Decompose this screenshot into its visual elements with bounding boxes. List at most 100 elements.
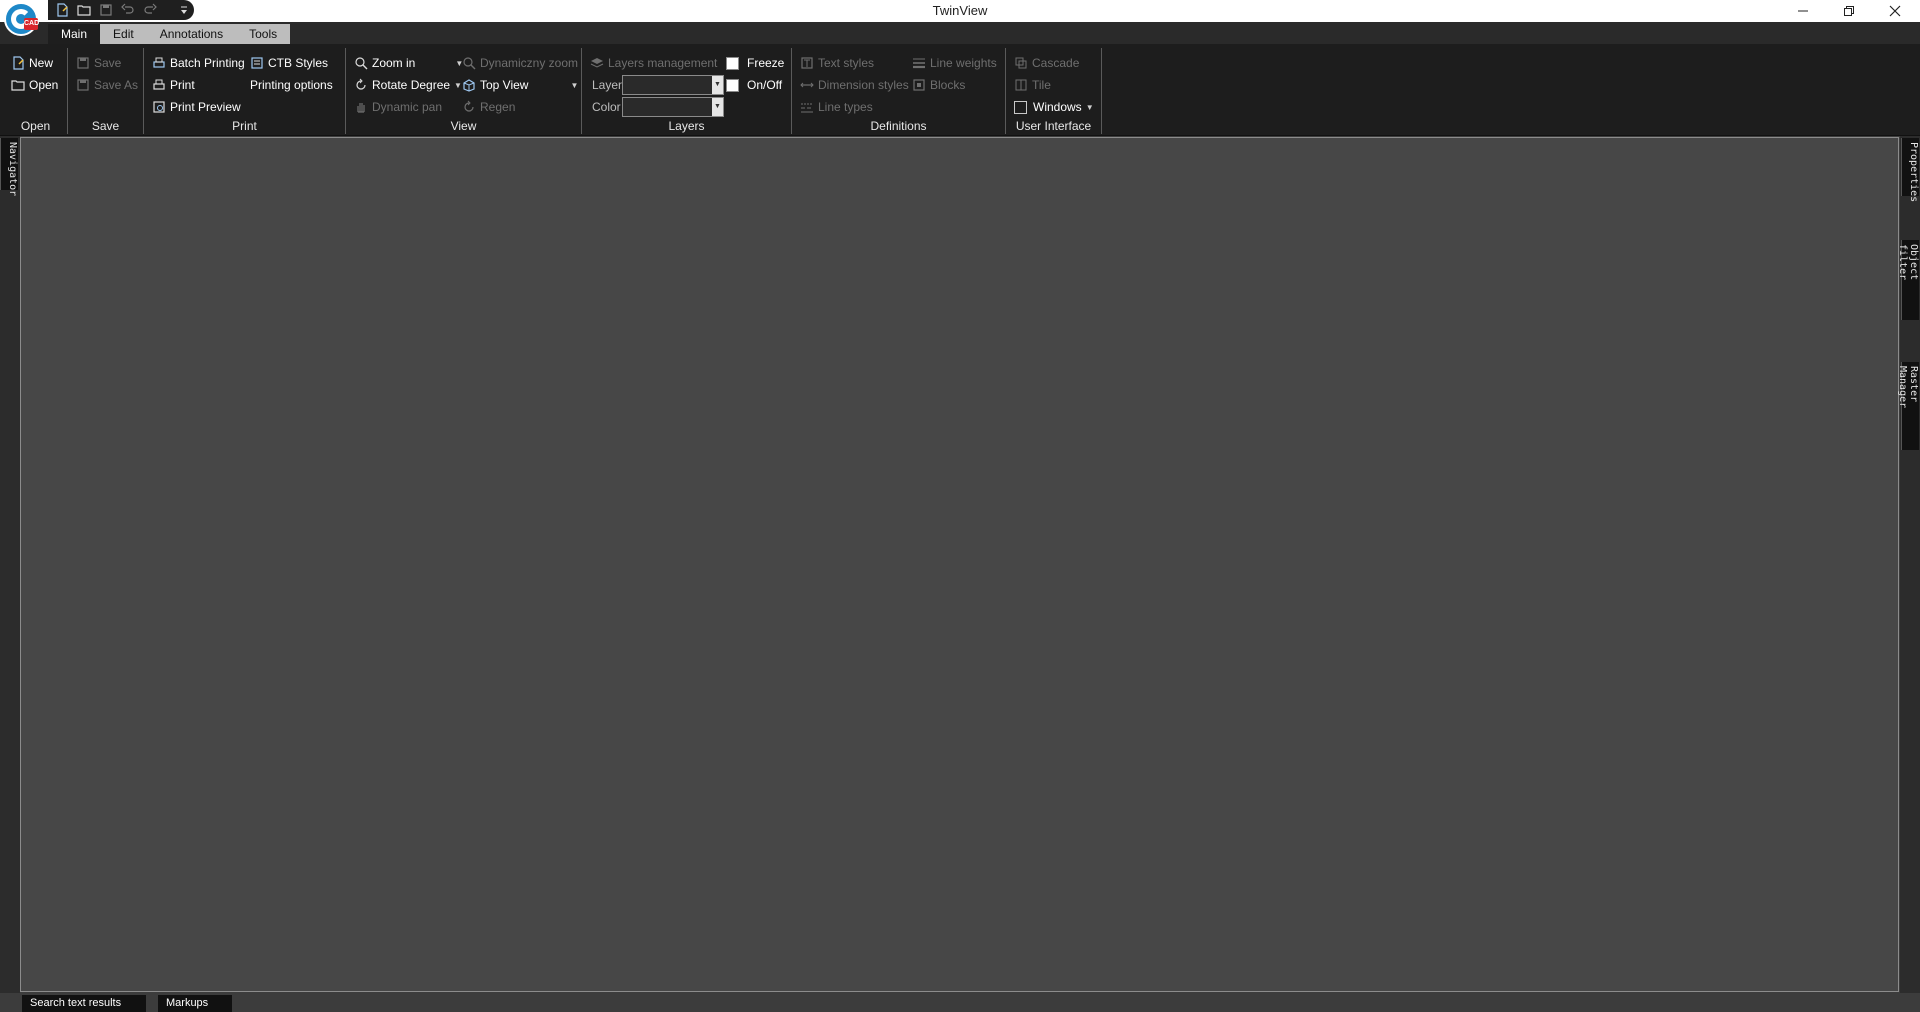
on-off-label: On/Off bbox=[747, 78, 783, 92]
zoom-in-label: Zoom in bbox=[372, 56, 416, 70]
app-logo[interactable]: CAD bbox=[4, 2, 39, 36]
navigator-tab[interactable]: Navigator bbox=[0, 138, 18, 196]
freeze-label: Freeze bbox=[747, 56, 785, 70]
line-types-button[interactable]: Line types bbox=[800, 97, 873, 117]
print-preview-label: Print Preview bbox=[170, 100, 241, 114]
properties-tab[interactable]: Properties bbox=[1901, 138, 1919, 202]
dimension-styles-icon bbox=[800, 82, 814, 88]
on-off-checkbox-box[interactable] bbox=[726, 78, 739, 92]
line-types-icon bbox=[801, 103, 813, 113]
print-preview-icon bbox=[153, 101, 165, 113]
save-button[interactable]: Save bbox=[76, 53, 121, 73]
group-user-interface: Cascade Tile Windows ▼ User Interface bbox=[1006, 48, 1102, 134]
markups-tab[interactable]: Markups bbox=[158, 995, 232, 1012]
ctb-styles-button[interactable]: CTB Styles bbox=[250, 53, 328, 73]
dynamic-zoom-button[interactable]: Dynamiczny zoom bbox=[462, 53, 578, 73]
top-view-label: Top View bbox=[480, 78, 529, 92]
regen-button[interactable]: Regen bbox=[462, 97, 515, 117]
group-view: Zoom in ▼ Dynamiczny zoom Rotate Degree … bbox=[346, 48, 582, 134]
regen-label: Regen bbox=[480, 100, 516, 114]
qat-open-button[interactable] bbox=[76, 2, 92, 18]
layer-select-arrow-icon[interactable]: ▼ bbox=[712, 76, 723, 94]
on-off-checkbox[interactable]: On/Off bbox=[726, 75, 782, 95]
zoom-icon bbox=[355, 57, 368, 70]
restore-button[interactable] bbox=[1826, 0, 1872, 22]
layers-icon bbox=[590, 58, 604, 68]
rotate-degree-label: Rotate Degree bbox=[372, 78, 451, 92]
rotate-dropdown-icon[interactable]: ▼ bbox=[454, 81, 462, 90]
open-label: Open bbox=[29, 78, 59, 92]
new-file-icon bbox=[13, 56, 24, 70]
color-select[interactable]: ▼ bbox=[622, 97, 724, 117]
blocks-icon bbox=[913, 79, 925, 91]
qat-undo-button[interactable] bbox=[120, 2, 136, 18]
tab-main[interactable]: Main bbox=[48, 24, 101, 44]
batch-printing-button[interactable]: Batch Printing bbox=[152, 53, 245, 73]
color-label: Color bbox=[592, 100, 621, 114]
print-preview-button[interactable]: Print Preview bbox=[152, 97, 241, 117]
group-layers: Layers management Freeze Layer ▼ On/Off … bbox=[582, 48, 792, 134]
save-as-button[interactable]: Save As bbox=[76, 75, 138, 95]
tab-tools[interactable]: Tools bbox=[236, 24, 291, 44]
layer-label: Layer bbox=[592, 78, 623, 92]
close-button[interactable] bbox=[1872, 0, 1918, 22]
save-icon bbox=[100, 4, 112, 16]
group-print: Batch Printing CTB Styles Print Printing… bbox=[144, 48, 346, 134]
top-view-dropdown-icon[interactable]: ▼ bbox=[570, 81, 578, 90]
dynamic-pan-button[interactable]: Dynamic pan bbox=[354, 97, 442, 117]
windows-dropdown-icon[interactable]: ▼ bbox=[1086, 103, 1094, 112]
layer-select[interactable]: ▼ bbox=[622, 75, 724, 95]
dimension-styles-button[interactable]: Dimension styles bbox=[800, 75, 909, 95]
rotate-degree-button[interactable]: Rotate Degree ▼ bbox=[354, 75, 462, 95]
layers-management-label: Layers management bbox=[608, 56, 718, 70]
printing-options-button[interactable]: Printing options bbox=[250, 75, 333, 95]
ribbon: New Open Open Save Save As Save Batch Pr… bbox=[0, 44, 1920, 136]
text-styles-button[interactable]: Text styles bbox=[800, 53, 874, 73]
qat-save-button[interactable] bbox=[98, 2, 114, 18]
line-types-label: Line types bbox=[818, 100, 873, 114]
logo-badge: CAD bbox=[24, 18, 39, 30]
cascade-button[interactable]: Cascade bbox=[1014, 53, 1079, 73]
zoom-in-button[interactable]: Zoom in ▼ bbox=[354, 53, 463, 73]
object-filter-tab[interactable]: Object filter bbox=[1897, 240, 1919, 320]
drawing-workspace[interactable] bbox=[20, 137, 1899, 992]
print-button[interactable]: Print bbox=[152, 75, 195, 95]
group-open: New Open Open bbox=[4, 48, 68, 134]
title-bar: TwinView bbox=[0, 0, 1920, 22]
group-definitions: Text styles Line weights Dimension style… bbox=[792, 48, 1006, 134]
color-select-arrow-icon[interactable]: ▼ bbox=[712, 98, 723, 116]
line-weights-button[interactable]: Line weights bbox=[912, 53, 997, 73]
tab-annotations[interactable]: Annotations bbox=[146, 24, 237, 44]
blocks-button[interactable]: Blocks bbox=[912, 75, 965, 95]
group-save-title: Save bbox=[91, 119, 120, 133]
cascade-icon bbox=[1015, 57, 1027, 69]
layers-management-button[interactable]: Layers management bbox=[590, 53, 717, 73]
windows-button[interactable]: Windows ▼ bbox=[1014, 97, 1094, 117]
group-save: Save Save As Save bbox=[68, 48, 144, 134]
ribbon-tab-bar: Main Edit Annotations Tools bbox=[0, 22, 1920, 44]
new-button[interactable]: New bbox=[11, 53, 53, 73]
text-styles-icon bbox=[801, 57, 813, 69]
search-text-results-tab[interactable]: Search text results bbox=[22, 995, 146, 1012]
freeze-checkbox[interactable]: Freeze bbox=[726, 53, 784, 73]
dynamic-pan-label: Dynamic pan bbox=[372, 100, 443, 114]
minimize-button[interactable] bbox=[1780, 0, 1826, 22]
open-folder-icon bbox=[77, 5, 91, 16]
qat-new-button[interactable] bbox=[54, 2, 70, 18]
tab-edit[interactable]: Edit bbox=[100, 24, 147, 44]
qat-customize-button[interactable] bbox=[176, 2, 192, 18]
line-weights-icon bbox=[913, 58, 925, 69]
tile-button[interactable]: Tile bbox=[1014, 75, 1051, 95]
rotate-icon bbox=[356, 78, 366, 90]
printer-icon bbox=[153, 79, 165, 90]
raster-manager-tab[interactable]: Raster Manager bbox=[1897, 362, 1919, 450]
qat-redo-button[interactable] bbox=[142, 2, 158, 18]
dimension-styles-label: Dimension styles bbox=[818, 78, 909, 92]
minimize-icon bbox=[1798, 10, 1808, 12]
open-button[interactable]: Open bbox=[11, 75, 58, 95]
print-label: Print bbox=[170, 78, 195, 92]
freeze-checkbox-box[interactable] bbox=[726, 56, 739, 70]
top-view-button[interactable]: Top View ▼ bbox=[462, 75, 578, 95]
text-styles-label: Text styles bbox=[818, 56, 875, 70]
pan-hand-icon bbox=[357, 103, 365, 113]
